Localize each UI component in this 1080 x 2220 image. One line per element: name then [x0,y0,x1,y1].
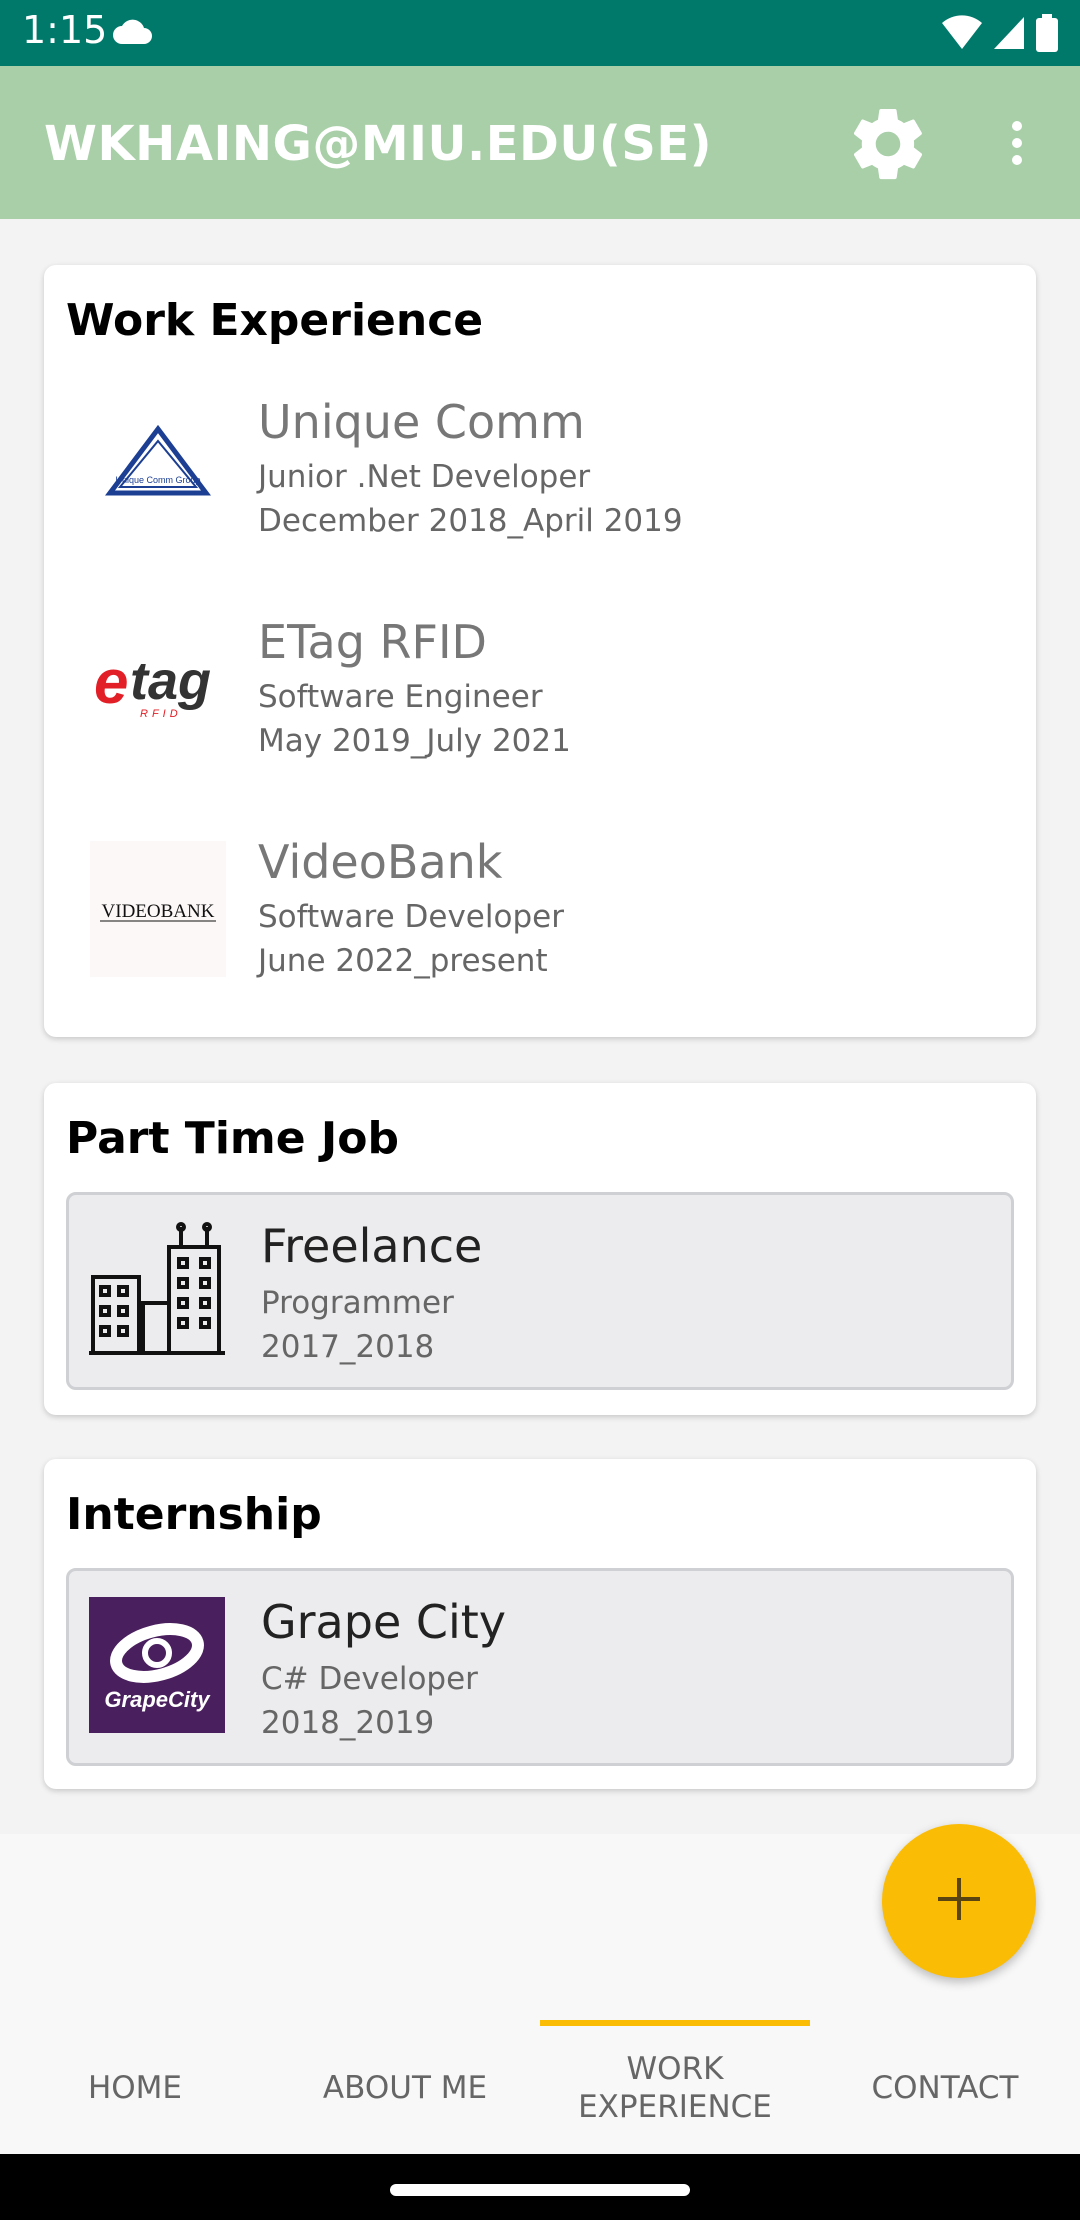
list-item-videobank[interactable]: VIDEOBANK VideoBank Software Developer J… [66,835,1014,1015]
logo-text: VIDEOBANK [102,901,215,922]
list-item-freelance[interactable]: Freelance Programmer 2017_2018 [66,1192,1014,1390]
job-period: June 2022_present [258,943,548,979]
svg-text:tag: tag [130,651,211,711]
signal-icon [992,15,1026,56]
videobank-logo: VIDEOBANK [90,841,226,977]
wifi-icon [942,15,982,56]
job-period: May 2019_July 2021 [258,723,571,759]
tab-contact[interactable]: CONTACT [810,2069,1080,2107]
company-name: Grape City [261,1595,507,1649]
status-time: 1:15 [22,8,108,52]
job-role: Software Developer [258,899,564,935]
plus-icon [936,1876,982,1927]
job-role: C# Developer [261,1661,478,1697]
gear-icon[interactable] [846,102,930,191]
internship-heading: Internship [66,1489,322,1540]
list-item-unique-comm[interactable]: Unique Comm Group Unique Comm Junior .Ne… [66,395,1014,575]
work-experience-card: Work Experience Unique Comm Group Unique… [44,265,1036,1037]
list-item-grape-city[interactable]: GrapeCity Grape City C# Developer 2018_2… [66,1568,1014,1766]
unique-comm-logo: Unique Comm Group [90,401,226,537]
part-time-job-heading: Part Time Job [66,1113,400,1164]
more-vert-icon[interactable] [1002,118,1032,173]
app-bar: WKHAING@MIU.EDU(SE) [0,66,1080,219]
content-area: Work Experience Unique Comm Group Unique… [0,219,1080,1834]
tab-about-me[interactable]: ABOUT ME [270,2069,540,2107]
company-name: Unique Comm [258,395,585,449]
logo-text: Unique Comm Group [115,475,200,485]
company-name: Freelance [261,1219,483,1273]
tab-home[interactable]: HOME [0,2069,270,2107]
list-item-etag-rfid[interactable]: e tag RFID ETag RFID Software Engineer M… [66,615,1014,795]
status-bar: 1:15 [0,0,1080,66]
company-name: ETag RFID [258,615,487,669]
gesture-bar [0,2154,1080,2220]
tab-indicator [540,2020,810,2026]
logo-text: GrapeCity [104,1687,211,1712]
app-title: WKHAING@MIU.EDU(SE) [44,116,713,172]
buildings-icon [89,1221,225,1357]
job-period: 2018_2019 [261,1705,435,1741]
job-role: Junior .Net Developer [258,459,591,495]
grapecity-logo: GrapeCity [89,1597,225,1733]
job-role: Software Engineer [258,679,543,715]
tab-work-experience[interactable]: WORK EXPERIENCE [540,2050,810,2126]
job-role: Programmer [261,1285,454,1321]
internship-card: Internship GrapeCity Grape City C# Devel… [44,1459,1036,1789]
svg-text:e: e [94,648,128,717]
add-fab-button[interactable] [882,1824,1036,1978]
svg-text:RFID: RFID [140,708,182,720]
home-gesture-handle[interactable] [390,2184,690,2196]
cloud-icon [112,16,154,51]
part-time-job-card: Part Time Job Freelance Programmer 2017_… [44,1083,1036,1415]
battery-icon [1036,14,1058,57]
job-period: December 2018_April 2019 [258,503,683,539]
job-period: 2017_2018 [261,1329,435,1365]
work-experience-heading: Work Experience [66,295,484,346]
company-name: VideoBank [258,835,503,889]
etag-logo: e tag RFID [90,621,226,757]
